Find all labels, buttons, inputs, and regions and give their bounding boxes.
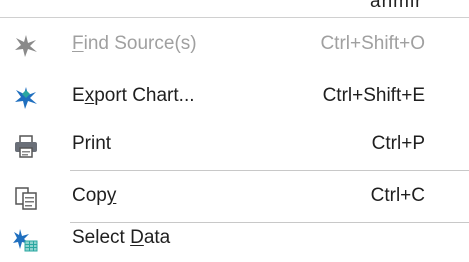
select-data-icon	[12, 226, 40, 254]
menu-top-divider	[0, 17, 469, 18]
menu-item-shortcut: Ctrl+C	[370, 185, 425, 206]
menu-item-find-source[interactable]: Find Source(s) Ctrl+Shift+O	[0, 20, 469, 72]
context-menu: anmir Find Source(s) Ctrl+Shift+O Export…	[0, 0, 469, 262]
menu-item-export-chart[interactable]: Export Chart... Ctrl+Shift+E	[0, 72, 469, 124]
menu-item-select-data[interactable]: Select Data	[0, 214, 469, 262]
menu-item-print[interactable]: Print Ctrl+P	[0, 120, 469, 172]
find-source-icon	[12, 32, 40, 60]
partially-visible-text: anmir	[370, 0, 469, 9]
printer-icon	[12, 132, 40, 160]
export-chart-icon	[12, 84, 40, 112]
copy-icon	[12, 184, 40, 212]
menu-item-label: Print	[72, 133, 112, 154]
menu-item-label: Find Source(s)	[72, 33, 197, 54]
menu-item-shortcut: Ctrl+Shift+O	[320, 33, 425, 54]
menu-separator	[70, 170, 469, 171]
menu-item-label: Export Chart...	[72, 85, 195, 106]
menu-item-shortcut: Ctrl+P	[371, 133, 425, 154]
menu-item-shortcut: Ctrl+Shift+E	[322, 85, 425, 106]
menu-item-label: Copy	[72, 185, 117, 206]
menu-item-label: Select Data	[72, 227, 171, 248]
